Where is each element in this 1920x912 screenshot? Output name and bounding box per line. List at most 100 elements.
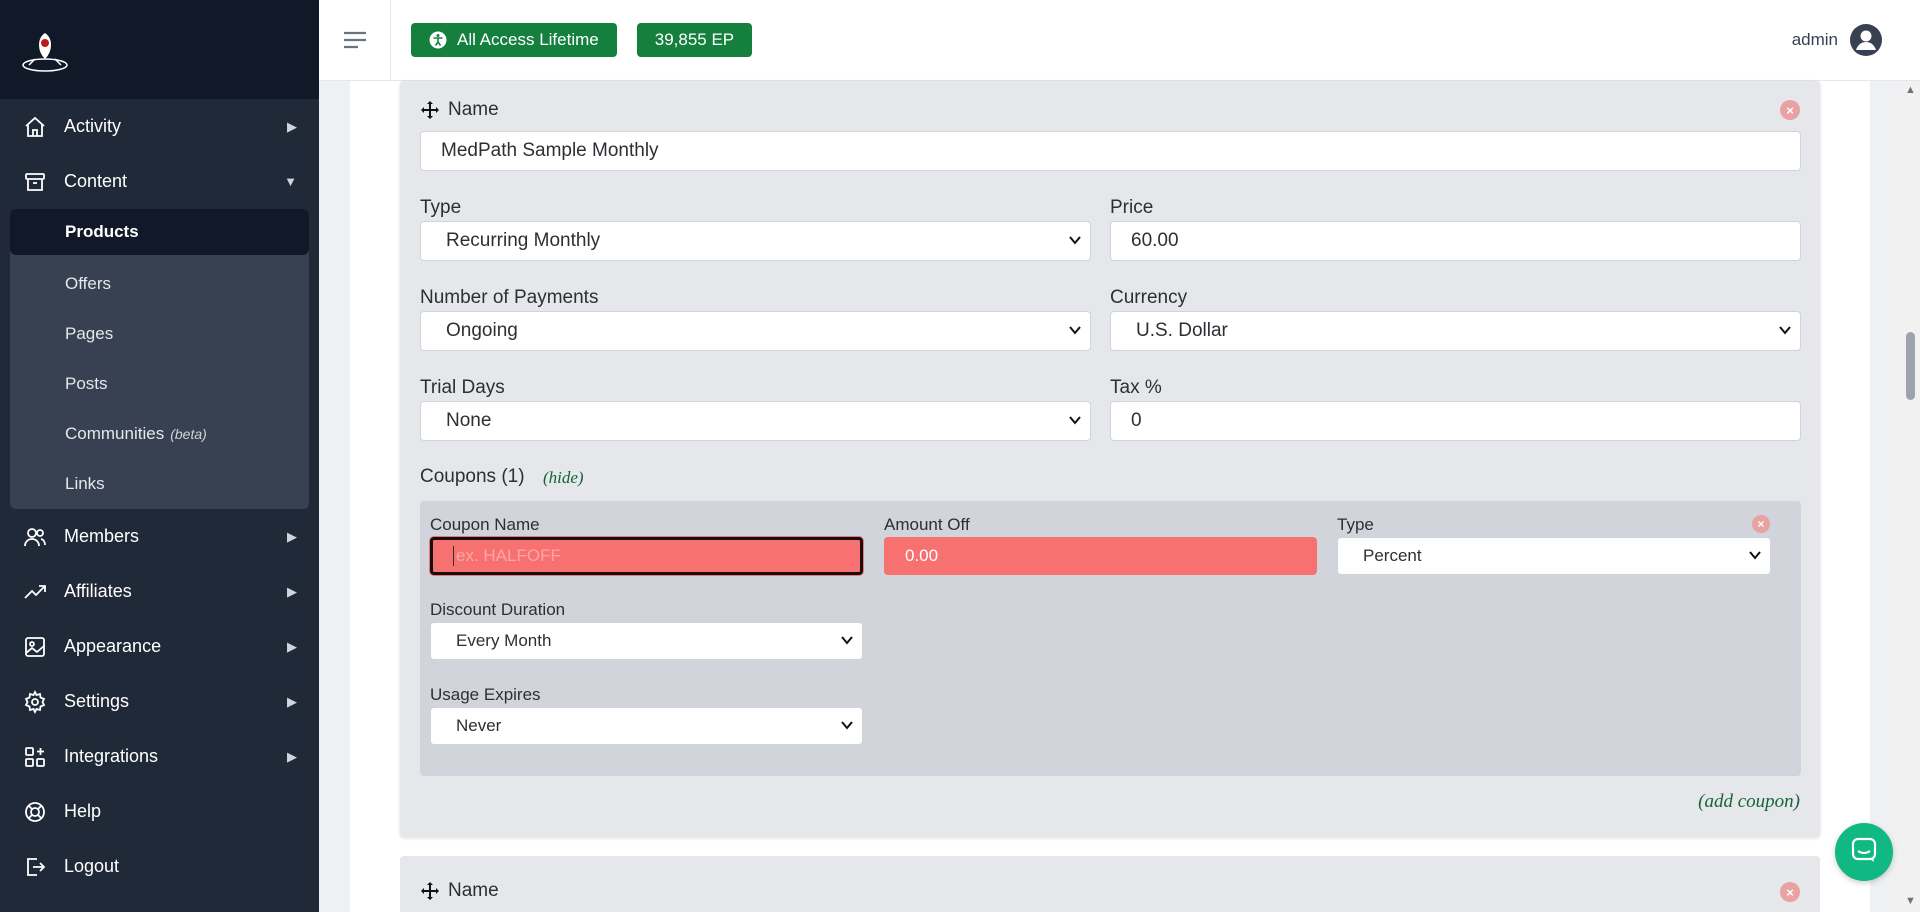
discount-duration-select[interactable]: Every Month	[430, 622, 863, 660]
trial-select[interactable]: None	[420, 401, 1091, 441]
remove-product-icon[interactable]: ×	[1780, 882, 1800, 902]
scroll-up-icon[interactable]: ▲	[1905, 84, 1916, 96]
move-icon[interactable]	[420, 881, 440, 901]
users-icon	[22, 524, 48, 550]
access-badge-label: All Access Lifetime	[457, 30, 599, 49]
sidebar-item-settings[interactable]: Settings ▶	[0, 674, 319, 729]
add-coupon-link[interactable]: (add coupon)	[1698, 791, 1800, 813]
ep-badge-button[interactable]: 39,855 EP	[636, 23, 753, 57]
beta-badge: (beta)	[170, 426, 207, 442]
amount-off-label: Amount Off	[884, 515, 970, 534]
sidebar-item-integrations[interactable]: Integrations ▶	[0, 729, 319, 784]
sidebar-item-affiliates[interactable]: Affiliates ▶	[0, 564, 319, 619]
amount-off-input[interactable]: 0.00	[884, 537, 1317, 575]
currency-label: Currency	[1110, 287, 1188, 308]
gear-icon	[22, 689, 48, 715]
sidebar-item-members[interactable]: Members ▶	[0, 509, 319, 564]
sidebar-item-label: Members	[64, 526, 140, 546]
coupon-name-input[interactable]: ex. HALFOFF	[430, 537, 863, 575]
tax-label: Tax %	[1110, 377, 1162, 398]
chevron-down-icon	[1068, 323, 1082, 337]
remove-product-icon[interactable]: ×	[1780, 100, 1800, 120]
sidebar-item-label: Settings	[64, 691, 130, 711]
logo-area	[0, 0, 319, 99]
sidebar: Activity ▶ Content ▼ Products Offers Pag…	[0, 0, 319, 912]
chat-button[interactable]	[1835, 823, 1893, 881]
accessibility-icon	[429, 31, 447, 49]
chevron-right-icon: ▶	[287, 118, 297, 134]
chevron-right-icon: ▶	[287, 528, 297, 544]
name-label: Name	[448, 880, 499, 901]
chevron-down-icon	[1778, 323, 1792, 337]
discount-duration-value: Every Month	[456, 631, 552, 650]
sidebar-item-logout[interactable]: Logout	[0, 839, 319, 894]
coupon-type-select[interactable]: Percent	[1337, 537, 1771, 575]
move-icon[interactable]	[420, 100, 440, 120]
menu-toggle-icon[interactable]	[319, 0, 391, 81]
archive-icon	[22, 169, 48, 195]
trial-select-value: None	[446, 410, 492, 431]
sidebar-item-content[interactable]: Content ▼	[0, 154, 319, 209]
type-select-value: Recurring Monthly	[446, 230, 601, 251]
coupon-name-label: Coupon Name	[430, 515, 540, 534]
usage-expires-select[interactable]: Never	[430, 707, 863, 745]
sidebar-subitem-links[interactable]: Links	[10, 459, 309, 509]
price-input[interactable]: 60.00	[1110, 221, 1801, 261]
grid-plus-icon	[22, 744, 48, 770]
sidebar-item-label: Logout	[64, 856, 120, 876]
user-name[interactable]: admin	[1792, 30, 1838, 50]
chevron-down-icon: ▼	[284, 174, 297, 189]
text-caret	[453, 546, 454, 566]
currency-select[interactable]: U.S. Dollar	[1110, 311, 1801, 351]
product-name-header: Name	[420, 99, 499, 121]
scrollbar-thumb[interactable]	[1906, 332, 1915, 400]
content-submenu: Products Offers Pages Posts Communities …	[10, 209, 309, 509]
product-card-2	[400, 856, 1820, 912]
sidebar-item-activity[interactable]: Activity ▶	[0, 99, 319, 154]
sidebar-item-label: Appearance	[64, 636, 162, 656]
tax-input[interactable]: 0	[1110, 401, 1801, 441]
product-name-input[interactable]: MedPath Sample Monthly	[420, 131, 1801, 171]
sidebar-item-help[interactable]: Help	[0, 784, 319, 839]
lifebuoy-icon	[22, 799, 48, 825]
sidebar-item-label: Affiliates	[64, 581, 132, 601]
usage-expires-label: Usage Expires	[430, 685, 541, 704]
sidebar-subitem-communities[interactable]: Communities (beta)	[10, 409, 309, 459]
chevron-right-icon: ▶	[287, 638, 297, 654]
user-avatar-icon[interactable]	[1850, 24, 1882, 56]
topbar: All Access Lifetime 39,855 EP admin	[319, 0, 1920, 81]
payments-select[interactable]: Ongoing	[420, 311, 1091, 351]
ep-badge-label: 39,855 EP	[654, 30, 735, 49]
type-label: Type	[420, 197, 462, 218]
chevron-down-icon	[840, 718, 854, 732]
coupon-type-value: Percent	[1363, 546, 1422, 565]
sidebar-subitem-pages[interactable]: Pages	[10, 309, 309, 359]
sidebar-item-label: Integrations	[64, 746, 159, 766]
scrollbar[interactable]	[1900, 81, 1920, 912]
sidebar-subitem-products[interactable]: Products	[10, 209, 309, 255]
sidebar-item-appearance[interactable]: Appearance ▶	[0, 619, 319, 674]
chevron-down-icon	[1068, 413, 1082, 427]
brand-logo[interactable]	[20, 25, 70, 75]
chevron-down-icon	[840, 633, 854, 647]
payments-select-value: Ongoing	[446, 320, 518, 341]
coupons-title: Coupons (1)	[420, 466, 525, 487]
chevron-down-icon	[1068, 233, 1082, 247]
coupon-name-placeholder: ex. HALFOFF	[456, 546, 561, 565]
usage-expires-value: Never	[456, 716, 502, 735]
scroll-down-icon[interactable]: ▼	[1905, 895, 1916, 907]
type-select[interactable]: Recurring Monthly	[420, 221, 1091, 261]
image-icon	[22, 634, 48, 660]
remove-coupon-icon[interactable]: ×	[1752, 515, 1770, 533]
sidebar-item-label: Content	[64, 171, 128, 191]
product-name-header-2: Name	[420, 880, 499, 902]
discount-duration-label: Discount Duration	[430, 600, 566, 619]
sidebar-item-label: Activity	[64, 116, 122, 136]
sidebar-item-label: Help	[64, 801, 102, 821]
sidebar-subitem-posts[interactable]: Posts	[10, 359, 309, 409]
access-badge-button[interactable]: All Access Lifetime	[411, 23, 617, 57]
hide-coupons-link[interactable]: (hide)	[543, 468, 584, 488]
chevron-down-icon	[1748, 548, 1762, 562]
trending-icon	[22, 579, 48, 605]
sidebar-subitem-offers[interactable]: Offers	[10, 259, 309, 309]
